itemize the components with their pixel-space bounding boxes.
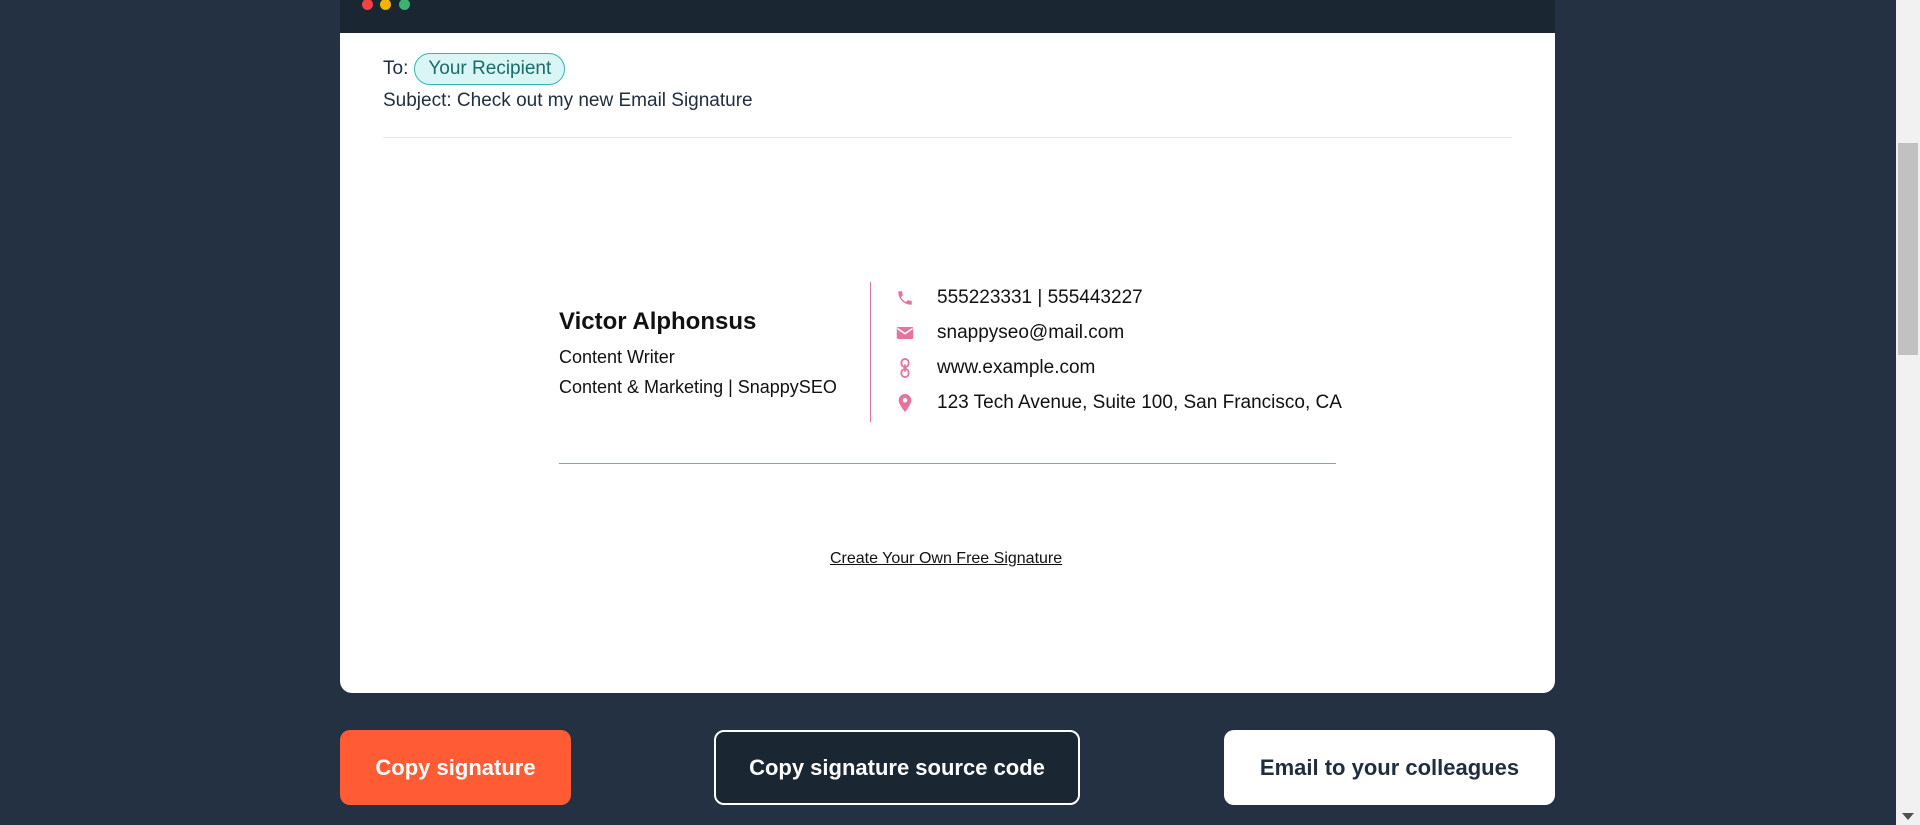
signature-phone: 555223331 | 555443227	[937, 287, 1143, 308]
email-colleagues-button[interactable]: Email to your colleagues	[1224, 730, 1555, 805]
scrollbar-thumb[interactable]	[1898, 143, 1918, 355]
signature-title: Content Writer	[559, 347, 675, 367]
window-maximize-dot	[399, 0, 410, 10]
signature-email: snappyseo@mail.com	[937, 322, 1125, 343]
mail-icon	[893, 321, 917, 345]
to-row: To: Your Recipient	[383, 53, 566, 85]
signature-website: www.example.com	[937, 357, 1096, 378]
signature-phone-row: 555223331 | 555443227	[893, 286, 1143, 310]
link-icon	[893, 356, 917, 380]
preview-window-titlebar	[340, 0, 1555, 33]
recipient-pill: Your Recipient	[414, 53, 566, 85]
email-preview-panel: To: Your Recipient Subject: Check out my…	[340, 33, 1555, 693]
page-scrollbar[interactable]	[1896, 0, 1920, 825]
phone-icon	[893, 286, 917, 310]
copy-signature-button[interactable]: Copy signature	[340, 730, 571, 805]
signature-email-row: snappyseo@mail.com	[893, 321, 1124, 345]
signature-company: Content & Marketing | SnappySEO	[559, 377, 837, 397]
signature-address: 123 Tech Avenue, Suite 100, San Francisc…	[937, 392, 1342, 413]
signature-website-row: www.example.com	[893, 356, 1095, 380]
window-close-dot	[362, 0, 373, 10]
window-minimize-dot	[380, 0, 391, 10]
create-signature-link[interactable]: Create Your Own Free Signature	[830, 550, 1062, 568]
header-divider	[383, 137, 1512, 138]
scroll-down-arrow-icon[interactable]	[1902, 813, 1914, 820]
signature-identity: Victor Alphonsus Content Writer Content …	[559, 308, 837, 402]
to-label: To:	[383, 58, 409, 79]
signature-address-row: 123 Tech Avenue, Suite 100, San Francisc…	[893, 391, 1342, 415]
signature-name: Victor Alphonsus	[559, 308, 757, 335]
email-subject: Subject: Check out my new Email Signatur…	[383, 90, 753, 111]
location-pin-icon	[893, 391, 917, 415]
signature-bottom-rule	[559, 463, 1336, 464]
signature-vertical-divider	[870, 282, 871, 422]
copy-source-code-button[interactable]: Copy signature source code	[714, 730, 1080, 805]
